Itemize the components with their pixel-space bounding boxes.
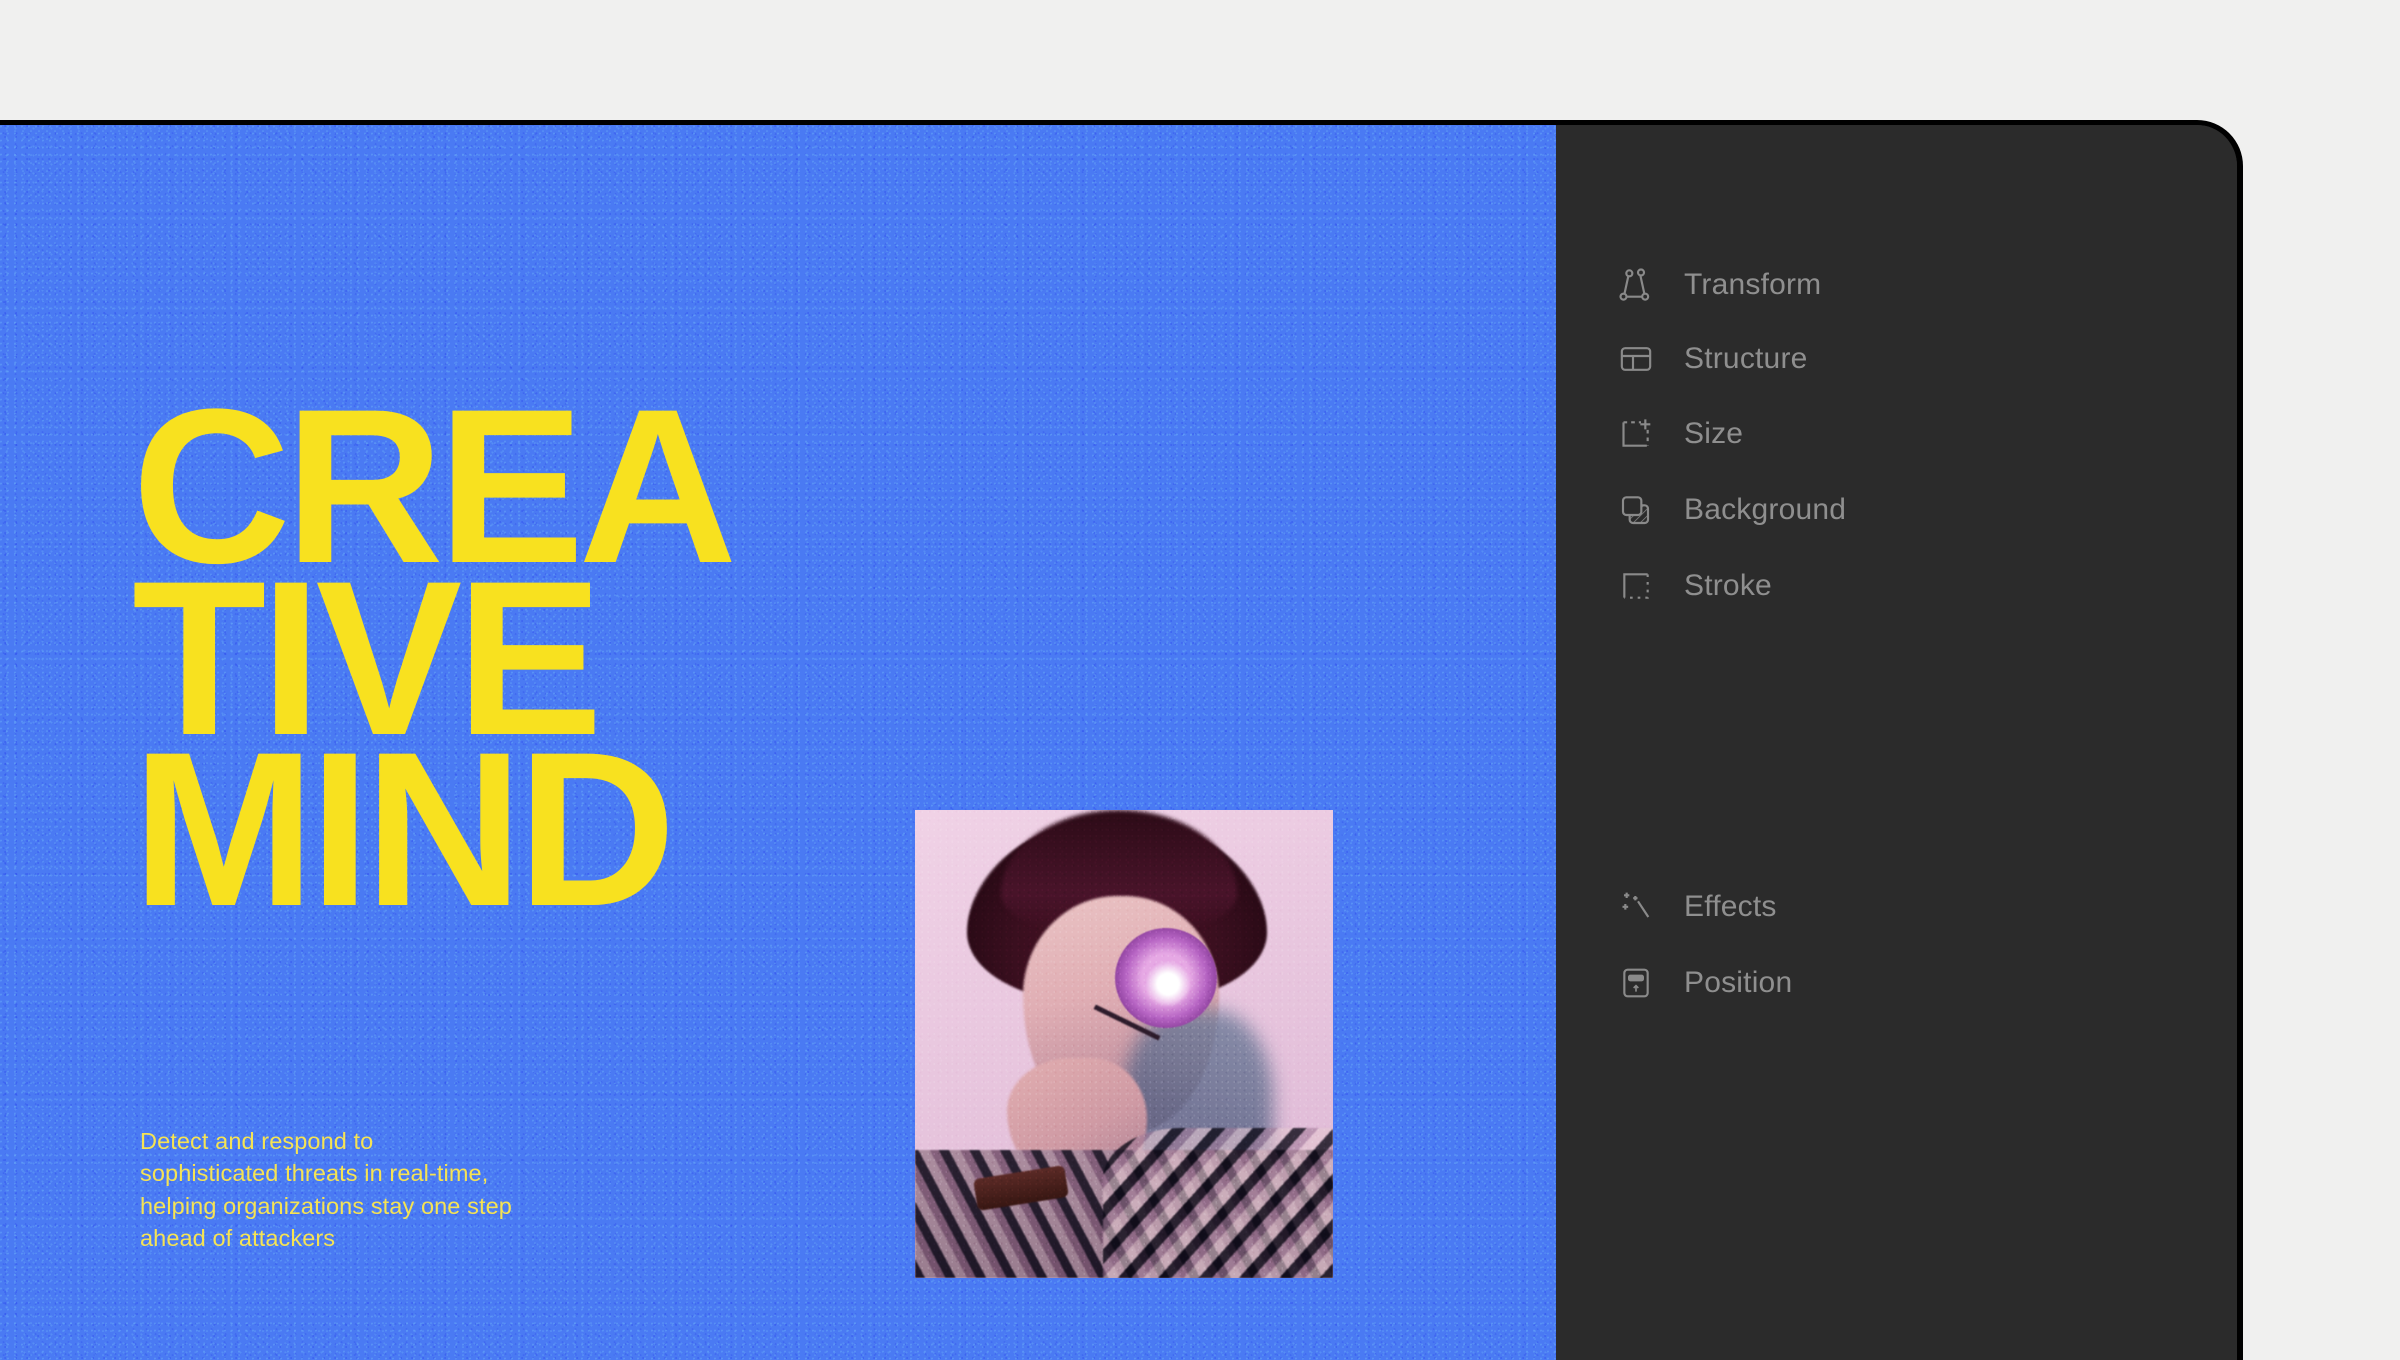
background-icon [1621, 496, 1650, 525]
inspector-sidebar: Transform Structure Size Background Stro… [1556, 125, 2237, 1360]
sidebar-item-label: Effects [1684, 890, 1777, 923]
sidebar-item-structure[interactable]: Structure [1616, 329, 1808, 389]
sidebar-item-position[interactable]: Position [1616, 953, 1792, 1013]
canvas-photo[interactable] [915, 810, 1333, 1278]
sidebar-item-stroke[interactable]: Stroke [1616, 556, 1772, 616]
stroke-icon [1623, 573, 1649, 599]
body-copy-text[interactable]: Detect and respond to sophisticated thre… [140, 1125, 540, 1255]
sidebar-item-label: Background [1684, 493, 1847, 526]
sidebar-item-label: Position [1684, 966, 1793, 999]
sidebar-item-label: Size [1684, 417, 1744, 450]
sidebar-item-label: Transform [1684, 268, 1822, 301]
sidebar-item-label: Structure [1684, 342, 1808, 375]
size-icon [1622, 419, 1651, 447]
app-window: CREA TIVE MIND Detect and respond to sop… [0, 120, 2243, 1360]
design-canvas[interactable]: CREA TIVE MIND Detect and respond to sop… [0, 125, 1556, 1360]
photo-grain [915, 810, 1333, 1278]
effects-icon [1622, 892, 1650, 918]
sidebar-item-size[interactable]: Size [1616, 404, 1743, 464]
sidebar-item-background[interactable]: Background [1616, 480, 1846, 540]
transform-icon [1619, 268, 1650, 301]
sidebar-item-effects[interactable]: Effects [1616, 877, 1777, 937]
sidebar-item-label: Stroke [1684, 569, 1772, 602]
structure-icon [1620, 347, 1652, 371]
position-icon [1623, 968, 1649, 998]
sidebar-item-transform[interactable]: Transform [1616, 255, 1821, 315]
